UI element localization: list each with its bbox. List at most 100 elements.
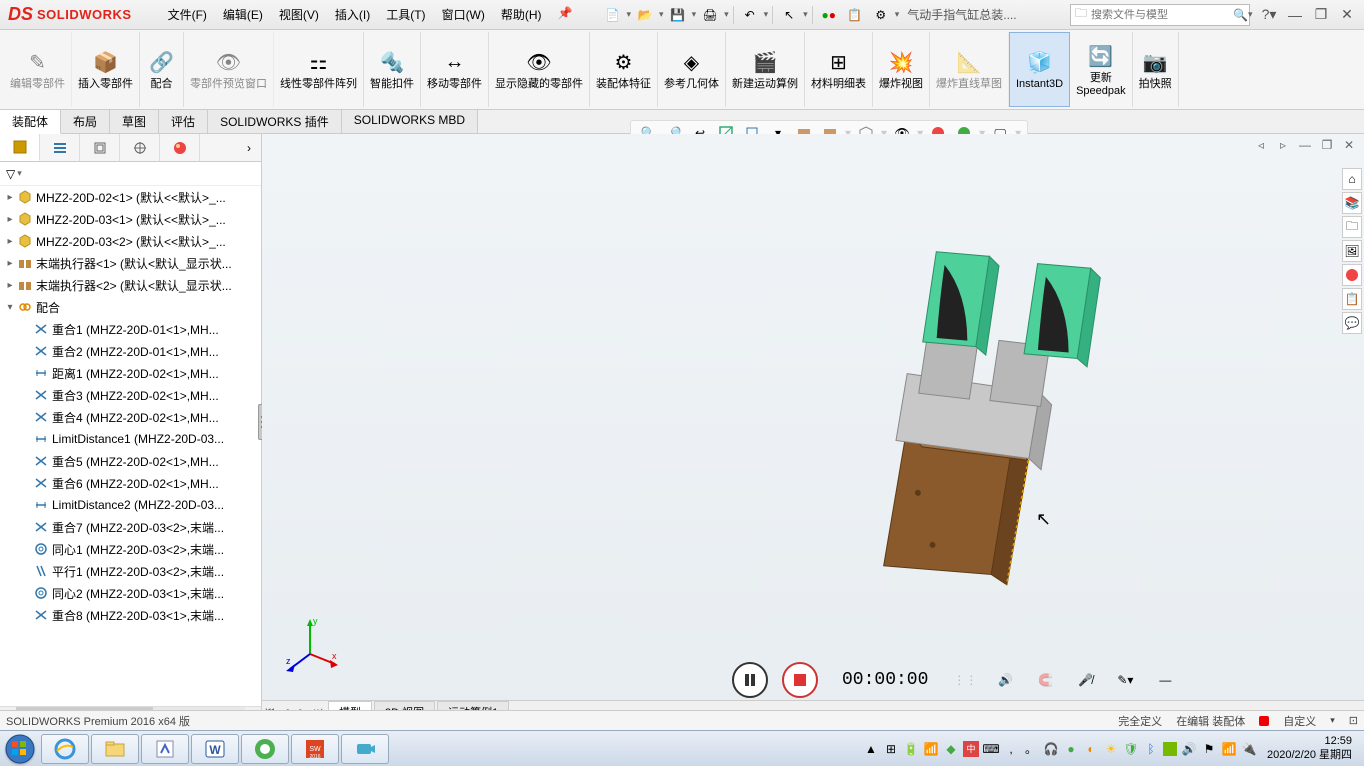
tree-toggle-icon[interactable]: ▸ <box>4 192 16 203</box>
task-forum-icon[interactable]: 💬 <box>1342 312 1362 334</box>
start-button[interactable] <box>0 731 40 767</box>
ribbon-Instant3D[interactable]: 🧊Instant3D <box>1009 32 1070 107</box>
tray-volume-icon[interactable]: 🎧 <box>1043 741 1059 757</box>
panel-tab-config[interactable] <box>80 134 120 161</box>
task-view-icon[interactable]: 🖼 <box>1342 240 1362 262</box>
tab-评估[interactable]: 评估 <box>159 110 208 133</box>
vp-next-icon[interactable]: ▹ <box>1274 136 1292 154</box>
menu-file[interactable]: 文件(F) <box>160 2 215 27</box>
panel-tab-property[interactable] <box>40 134 80 161</box>
tree-item[interactable]: 重合7 (MHZ2-20D-03<2>,末端... <box>0 516 261 538</box>
save-button[interactable]: 💾 <box>666 4 690 26</box>
tree-item[interactable]: ▸MHZ2-20D-03<2> (默认<<默认>_... <box>0 230 261 252</box>
tray-app1-icon[interactable]: ◆ <box>943 741 959 757</box>
tree-item[interactable]: ▸末端执行器<2> (默认<默认_显示状... <box>0 274 261 296</box>
stop-button[interactable] <box>782 662 818 698</box>
ribbon-新建运动算例[interactable]: 🎬新建运动算例 <box>726 32 805 107</box>
menu-edit[interactable]: 编辑(E) <box>215 2 271 27</box>
tray-ime-icon[interactable]: 中 <box>963 741 979 757</box>
options-button[interactable]: 📋 <box>843 4 867 26</box>
taskbar-explorer[interactable] <box>91 734 139 764</box>
taskbar-app1[interactable] <box>141 734 189 764</box>
print-button[interactable]: 🖨 <box>698 4 722 26</box>
ribbon-更新Speedpak[interactable]: 🔄更新Speedpak <box>1070 32 1133 107</box>
rebuild-button[interactable]: ●● <box>817 4 841 26</box>
tab-SOLIDWORKS MBD[interactable]: SOLIDWORKS MBD <box>342 110 478 133</box>
triad-icon[interactable]: y x z <box>280 614 340 674</box>
ribbon-拍快照[interactable]: 📷拍快照 <box>1133 32 1179 107</box>
tree-item[interactable]: LimitDistance2 (MHZ2-20D-03... <box>0 494 261 516</box>
minimize-recorder-icon[interactable]: — <box>1152 667 1178 693</box>
tree-item[interactable]: 重合8 (MHZ2-20D-03<1>,末端... <box>0 604 261 626</box>
pen-icon[interactable]: ✎▾ <box>1112 667 1138 693</box>
taskbar-solidworks[interactable]: SW2016 <box>291 734 339 764</box>
tree-item[interactable]: 重合3 (MHZ2-20D-02<1>,MH... <box>0 384 261 406</box>
tree-item[interactable]: ▸末端执行器<1> (默认<默认_显示状... <box>0 252 261 274</box>
tree-toggle-icon[interactable]: ▸ <box>4 280 16 291</box>
tray-up-icon[interactable]: ▲ <box>863 741 879 757</box>
tray-green-icon[interactable]: ● <box>1063 741 1079 757</box>
menu-tools[interactable]: 工具(T) <box>378 2 433 27</box>
ribbon-配合[interactable]: 🔗配合 <box>140 32 184 107</box>
undo-button[interactable]: ↶ <box>738 4 762 26</box>
tree-item[interactable]: 重合4 (MHZ2-20D-02<1>,MH... <box>0 406 261 428</box>
ribbon-插入零部件[interactable]: 📦插入零部件 <box>72 32 140 107</box>
close-button[interactable]: ✕ <box>1334 4 1360 26</box>
vp-close-icon[interactable]: ✕ <box>1340 136 1358 154</box>
new-button[interactable]: 📄 <box>601 4 625 26</box>
ribbon-智能扣件[interactable]: 🔩智能扣件 <box>364 32 421 107</box>
tray-touchpad-icon[interactable]: ⊞ <box>883 741 899 757</box>
vp-restore-icon[interactable]: ❐ <box>1318 136 1336 154</box>
ribbon-参考几何体[interactable]: ◈参考几何体 <box>658 32 726 107</box>
tray-nvidia-icon[interactable] <box>1163 742 1177 756</box>
grip-icon[interactable]: ⋮⋮ <box>952 667 978 693</box>
ribbon-线性零部件阵列[interactable]: ⚏线性零部件阵列 <box>274 32 364 107</box>
tray-network-icon[interactable]: 📶 <box>923 741 939 757</box>
tree-item[interactable]: 同心1 (MHZ2-20D-03<2>,末端... <box>0 538 261 560</box>
vp-minimize-icon[interactable]: — <box>1296 136 1314 154</box>
search-input[interactable] <box>1091 9 1233 21</box>
ribbon-显示隐藏的零部件[interactable]: 👁显示隐藏的零部件 <box>489 32 590 107</box>
tray-power-icon[interactable]: 🔌 <box>1241 741 1257 757</box>
tree-item[interactable]: LimitDistance1 (MHZ2-20D-03... <box>0 428 261 450</box>
vp-prev-icon[interactable]: ◃ <box>1252 136 1270 154</box>
tree-item[interactable]: 重合6 (MHZ2-20D-02<1>,MH... <box>0 472 261 494</box>
tree-filter[interactable]: ▽▾ <box>0 162 261 186</box>
ribbon-爆炸视图[interactable]: 💥爆炸视图 <box>873 32 930 107</box>
tab-草图[interactable]: 草图 <box>110 110 159 133</box>
viewport[interactable]: ◃ ▹ — ❐ ✕ ⌂ 📚 🗀 🖼 📋 💬 <box>262 134 1364 722</box>
taskbar-word[interactable]: W <box>191 734 239 764</box>
taskbar-ie[interactable] <box>41 734 89 764</box>
tree-item[interactable]: 同心2 (MHZ2-20D-03<1>,末端... <box>0 582 261 604</box>
tab-SOLIDWORKS 插件[interactable]: SOLIDWORKS 插件 <box>208 110 342 133</box>
menu-pin[interactable]: 📌 <box>550 2 581 27</box>
tray-wifi-icon[interactable]: 📶 <box>1221 741 1237 757</box>
panel-tab-expand[interactable]: › <box>237 134 261 161</box>
status-tool-icon[interactable]: ⊡ <box>1349 714 1358 727</box>
status-custom[interactable]: 自定义 <box>1283 713 1316 729</box>
open-button[interactable]: 📂 <box>633 4 657 26</box>
tray-punct-icon[interactable]: 。 <box>1023 741 1039 757</box>
task-library-icon[interactable]: 📚 <box>1342 192 1362 214</box>
tray-comma-icon[interactable]: , <box>1003 741 1019 757</box>
ribbon-材料明细表[interactable]: ⊞材料明细表 <box>805 32 873 107</box>
taskbar-camera[interactable] <box>341 734 389 764</box>
settings-button[interactable]: ⚙ <box>869 4 893 26</box>
panel-tab-feature-tree[interactable] <box>0 134 40 161</box>
tray-sun-icon[interactable]: ☀ <box>1103 741 1119 757</box>
ribbon-移动零部件[interactable]: ↔移动零部件 <box>421 32 489 107</box>
menu-view[interactable]: 视图(V) <box>271 2 327 27</box>
tab-布局[interactable]: 布局 <box>61 110 110 133</box>
help-button[interactable]: ?▾ <box>1256 4 1282 26</box>
tray-orange-icon[interactable]: ◐ <box>1083 741 1099 757</box>
tab-装配体[interactable]: 装配体 <box>0 110 61 134</box>
task-files-icon[interactable]: 🗀 <box>1342 216 1362 238</box>
taskbar-360[interactable] <box>241 734 289 764</box>
tree-item[interactable]: 重合2 (MHZ2-20D-01<1>,MH... <box>0 340 261 362</box>
task-home-icon[interactable]: ⌂ <box>1342 168 1362 190</box>
mic-mute-icon[interactable]: 🎤̸ <box>1072 667 1098 693</box>
tray-flag-icon[interactable]: ⚑ <box>1201 741 1217 757</box>
model-view[interactable] <box>742 194 1162 614</box>
panel-tab-display[interactable] <box>160 134 200 161</box>
panel-tab-dimxpert[interactable] <box>120 134 160 161</box>
